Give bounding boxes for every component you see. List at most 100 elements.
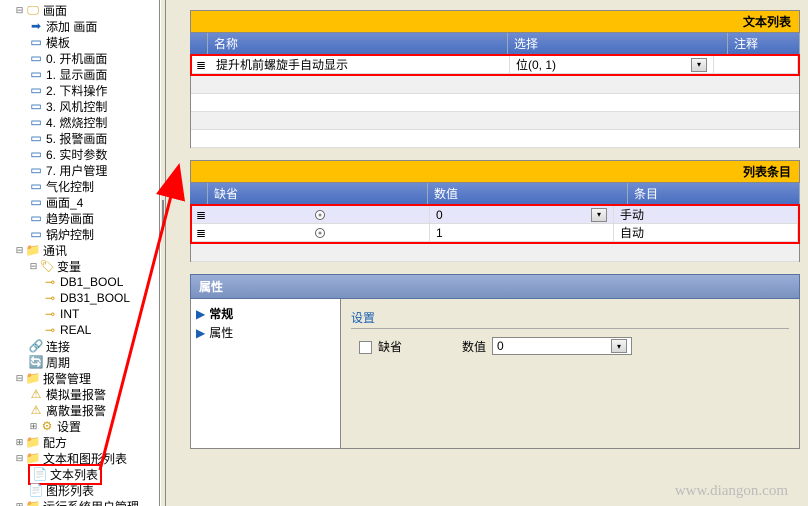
properties-nav[interactable]: ▶常规 ▶属性 [191,299,341,448]
tree-node-screens[interactable]: ⊟🖵画面 [0,2,159,18]
list-entry-grid: 列表条目 缺省 数值 条目 ≣ 0▾ 手动 ≣ [190,160,800,262]
text-list-row[interactable]: ≣ 提升机前螺旋手自动显示 位(0, 1)▾ [192,56,798,74]
properties-panel: 属性 ▶常规 ▶属性 设置 缺省 数值 0▾ [190,274,800,449]
screen-icon: ▭ [28,211,44,225]
empty-row [191,112,799,130]
arrow-icon: ▶ [196,307,205,321]
dropdown-icon[interactable]: ▾ [691,58,707,72]
tree-node-screen-8[interactable]: ▭气化控制 [0,178,159,194]
dropdown-icon[interactable]: ▾ [591,208,607,222]
tree-node-graphic-list[interactable]: 📄图形列表 [0,482,159,498]
tree-node-var-1[interactable]: ⊸DB31_BOOL [0,290,159,306]
list-entry-title: 列表条目 [190,160,800,183]
cell-select[interactable]: 位(0, 1)▾ [510,56,714,73]
tree-node-text-list[interactable]: 📄文本列表 [0,466,159,482]
tag-icon: ⊸ [42,291,58,305]
settings-icon: ⚙ [39,419,55,433]
collapse-icon[interactable]: ⊟ [14,373,25,384]
add-icon: ➡ [28,19,44,33]
tree-node-vars[interactable]: ⊟🏷变量 [0,258,159,274]
checkbox-icon[interactable] [359,341,372,354]
tree-node-template[interactable]: ▭模板 [0,34,159,50]
row-marker-icon: ≣ [192,226,210,240]
tree-node-settings[interactable]: ⊞⚙设置 [0,418,159,434]
tree-node-screen-6[interactable]: ▭6. 实时参数 [0,146,159,162]
col-default[interactable]: 缺省 [208,183,428,204]
default-checkbox[interactable]: 缺省 [359,338,402,355]
tree-node-recipe[interactable]: ⊞📁配方 [0,434,159,450]
collapse-icon[interactable]: ⊟ [14,245,25,256]
tree-node-screen-9[interactable]: ▭画面_4 [0,194,159,210]
cell-entry[interactable]: 自动 [614,224,798,241]
expand-icon[interactable]: ⊞ [14,501,25,506]
list-entry-row[interactable]: ≣ 1 自动 [192,224,798,242]
cell-name[interactable]: 提升机前螺旋手自动显示 [210,56,510,73]
collapse-icon[interactable]: ⊟ [14,5,25,16]
properties-content: 设置 缺省 数值 0▾ [341,299,799,448]
collapse-icon[interactable]: ⊟ [14,453,25,464]
list-icon: 📄 [28,483,44,497]
tree-node-screen-5[interactable]: ▭5. 报警画面 [0,130,159,146]
tree-node-screen-1[interactable]: ▭1. 显示画面 [0,66,159,82]
tree-node-comm[interactable]: ⊟📁通讯 [0,242,159,258]
cell-default[interactable] [210,224,430,241]
alarm-icon: ⚠ [28,403,44,417]
tree-node-screen-0[interactable]: ▭0. 开机画面 [0,50,159,66]
radio-icon[interactable] [315,210,325,220]
folder-icon: 🖵 [25,3,41,17]
tree-node-discrete-alarm[interactable]: ⚠离散量报警 [0,402,159,418]
properties-title: 属性 [190,274,800,299]
cell-entry[interactable]: 手动 [614,206,798,223]
tag-icon: ⊸ [42,275,58,289]
project-tree[interactable]: ⊟🖵画面 ➡添加 画面 ▭模板 ▭0. 开机画面 ▭1. 显示画面 ▭2. 下料… [0,0,160,506]
radio-icon[interactable] [315,228,325,238]
cell-value[interactable]: 1 [430,224,614,241]
value-input[interactable]: 0▾ [492,337,632,355]
tree-node-screen-11[interactable]: ▭锅炉控制 [0,226,159,242]
template-icon: ▭ [28,35,44,49]
screen-icon: ▭ [28,99,44,113]
tree-node-screen-3[interactable]: ▭3. 风机控制 [0,98,159,114]
screen-icon: ▭ [28,163,44,177]
tree-node-var-0[interactable]: ⊸DB1_BOOL [0,274,159,290]
empty-row [191,130,799,148]
screen-icon: ▭ [28,51,44,65]
expand-icon[interactable]: ⊞ [28,421,39,432]
tree-node-alarm[interactable]: ⊟📁报警管理 [0,370,159,386]
text-list-header: 名称 选择 注释 [190,33,800,54]
cell-comment[interactable] [714,56,798,73]
tree-node-var-2[interactable]: ⊸INT [0,306,159,322]
empty-row [191,94,799,112]
tree-node-analog-alarm[interactable]: ⚠模拟量报警 [0,386,159,402]
nav-general[interactable]: ▶常规 [196,304,335,323]
connection-icon: 🔗 [28,339,44,353]
collapse-icon[interactable]: ⊟ [28,261,39,272]
tree-node-connection[interactable]: 🔗连接 [0,338,159,354]
cell-value[interactable]: 0▾ [430,206,614,223]
cell-default[interactable] [210,206,430,223]
col-comment[interactable]: 注释 [728,33,800,54]
tree-node-cycle[interactable]: 🔄周期 [0,354,159,370]
tree-node-screen-10[interactable]: ▭趋势画面 [0,210,159,226]
tree-node-screen-2[interactable]: ▭2. 下料操作 [0,82,159,98]
col-name[interactable]: 名称 [208,33,508,54]
list-entry-header: 缺省 数值 条目 [190,183,800,204]
screen-icon: ▭ [28,147,44,161]
expand-icon[interactable]: ⊞ [14,437,25,448]
screen-icon: ▭ [28,131,44,145]
tree-node-var-3[interactable]: ⊸REAL [0,322,159,338]
col-entry[interactable]: 条目 [628,183,800,204]
list-entry-row[interactable]: ≣ 0▾ 手动 [192,206,798,224]
watermark: www.diangon.com [675,483,788,500]
screen-icon: ▭ [28,67,44,81]
screen-icon: ▭ [28,179,44,193]
tree-node-add-screen[interactable]: ➡添加 画面 [0,18,159,34]
nav-attrs[interactable]: ▶属性 [196,323,335,342]
alarm-icon: ⚠ [28,387,44,401]
dropdown-icon[interactable]: ▾ [611,339,627,353]
col-select[interactable]: 选择 [508,33,728,54]
tree-node-screen-7[interactable]: ▭7. 用户管理 [0,162,159,178]
col-value[interactable]: 数值 [428,183,628,204]
tree-node-runtime-user[interactable]: ⊞📁运行系统用户管理 [0,498,159,506]
tree-node-screen-4[interactable]: ▭4. 燃烧控制 [0,114,159,130]
